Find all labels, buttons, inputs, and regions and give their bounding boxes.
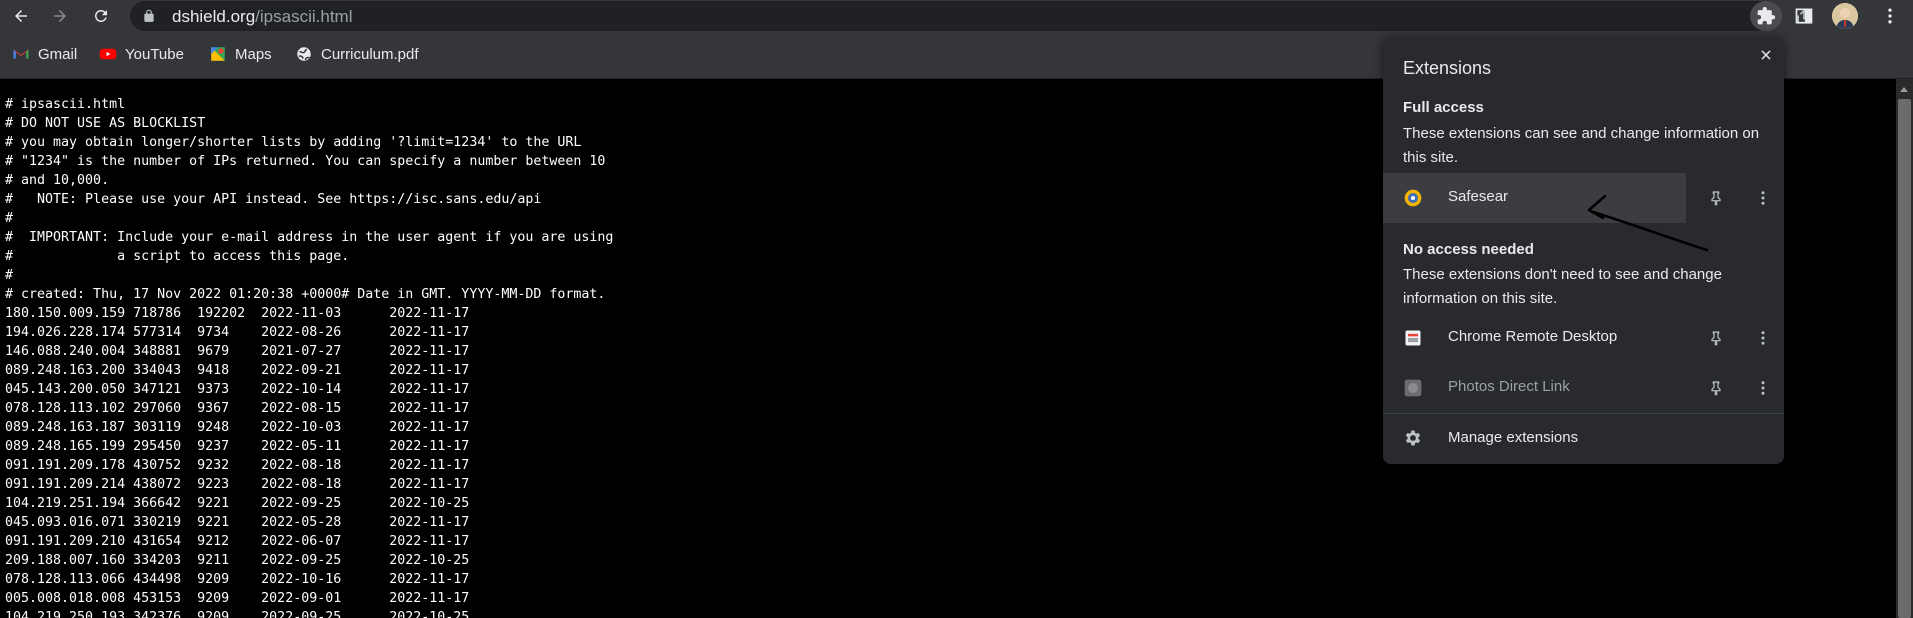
manage-extensions-label: Manage extensions — [1448, 429, 1579, 446]
youtube-icon — [99, 48, 117, 60]
text-line: 005.008.018.008 453153 9209 2022-09-01 2… — [5, 591, 470, 606]
text-line: # — [5, 268, 14, 283]
gmail-icon — [13, 49, 29, 59]
ip-list-text: # ipsascii.html # DO NOT USE AS BLOCKLIST… — [5, 95, 613, 618]
more-options-button[interactable] — [1753, 188, 1773, 208]
text-line: # you may obtain longer/shorter lists by… — [5, 135, 582, 150]
full-access-heading: Full access — [1403, 99, 1484, 116]
bookmark-maps[interactable]: Maps — [209, 43, 272, 65]
text-line: # and 10,000. — [5, 173, 110, 188]
side-panel-button[interactable] — [1792, 4, 1816, 28]
url-host: dshield.org — [172, 7, 256, 26]
profile-avatar[interactable] — [1832, 3, 1858, 29]
arrow-right-icon — [54, 10, 66, 22]
back-button[interactable] — [8, 3, 34, 29]
maps-icon — [211, 47, 225, 61]
chrome-remote-desktop-icon — [1405, 330, 1421, 346]
pin-icon — [1711, 381, 1721, 396]
pin-button[interactable] — [1706, 378, 1726, 398]
side-panel-icon — [1795, 8, 1813, 24]
manage-extensions-button[interactable]: Manage extensions — [1383, 414, 1784, 462]
extension-name: Chrome Remote Desktop — [1448, 328, 1618, 345]
text-line: # a script to access this page. — [5, 249, 350, 264]
text-line: 180.150.009.159 718786 192202 2022-11-03… — [5, 306, 470, 321]
reload-icon — [94, 9, 107, 22]
scroll-up-arrow[interactable] — [1900, 87, 1908, 92]
bookmark-label: Curriculum.pdf — [321, 45, 419, 63]
text-line: # DO NOT USE AS BLOCKLIST — [5, 116, 206, 131]
text-line: 091.191.209.214 438072 9223 2022-08-18 2… — [5, 477, 470, 492]
annotation-arrow — [1587, 194, 1709, 252]
text-line: 089.248.163.200 334043 9418 2022-09-21 2… — [5, 363, 470, 378]
bookmark-label: Maps — [235, 45, 272, 63]
text-line: 091.191.209.178 430752 9232 2022-08-18 2… — [5, 458, 470, 473]
browser-toolbar: dshield.org/ipsascii.html — [0, 0, 1913, 32]
reload-button[interactable] — [88, 3, 114, 29]
url-text[interactable]: dshield.org/ipsascii.html — [172, 7, 352, 27]
close-icon — [1761, 50, 1771, 60]
text-line: 089.248.163.187 303119 9248 2022-10-03 2… — [5, 420, 470, 435]
extension-name: Photos Direct Link — [1448, 378, 1570, 395]
globe-icon — [297, 47, 311, 61]
text-line: # "1234" is the number of IPs returned. … — [5, 154, 606, 169]
kebab-menu-icon — [1761, 381, 1765, 395]
text-line: 045.143.200.050 347121 9373 2022-10-14 2… — [5, 382, 470, 397]
photos-direct-link-icon — [1404, 379, 1422, 397]
extension-name: Safesear — [1448, 188, 1509, 205]
extension-row-chrome-remote-desktop[interactable]: Chrome Remote Desktop — [1383, 313, 1784, 363]
url-path: /ipsascii.html — [255, 7, 353, 26]
bookmark-label: Gmail — [38, 45, 78, 63]
kebab-menu-icon — [1888, 8, 1892, 24]
text-line: # NOTE: Please use your API instead. See… — [5, 192, 542, 207]
text-line: 045.093.016.071 330219 9221 2022-05-28 2… — [5, 515, 470, 530]
page-scrollbar[interactable] — [1896, 79, 1913, 618]
more-options-button[interactable] — [1753, 378, 1773, 398]
text-line: # ipsascii.html — [5, 97, 126, 112]
popup-title: Extensions — [1403, 58, 1492, 78]
extension-row-photos-direct-link[interactable]: Photos Direct Link — [1383, 363, 1784, 413]
text-line: 091.191.209.210 431654 9212 2022-06-07 2… — [5, 534, 470, 549]
more-options-button[interactable] — [1753, 328, 1773, 348]
no-access-heading: No access needed — [1403, 241, 1534, 258]
puzzle-icon — [1757, 6, 1776, 25]
forward-button[interactable] — [47, 3, 73, 29]
pin-icon — [1711, 331, 1721, 346]
text-line: 194.026.228.174 577314 9734 2022-08-26 2… — [5, 325, 470, 340]
bookmark-label: YouTube — [125, 45, 184, 63]
address-bar[interactable]: dshield.org/ipsascii.html — [130, 1, 1856, 31]
text-line: # — [5, 211, 14, 226]
bookmark-curriculum[interactable]: Curriculum.pdf — [295, 43, 419, 65]
text-line: 078.128.113.102 297060 9367 2022-08-15 2… — [5, 401, 470, 416]
user-avatar-icon — [1832, 3, 1858, 29]
pin-button[interactable] — [1706, 328, 1726, 348]
text-line: # created: Thu, 17 Nov 2022 01:20:38 +00… — [5, 287, 606, 302]
text-line: 146.088.240.004 348881 9679 2021-07-27 2… — [5, 344, 470, 359]
full-access-description: These extensions can see and change info… — [1403, 125, 1760, 166]
browser-menu-button[interactable] — [1878, 4, 1902, 28]
text-line: 104.219.251.194 366642 9221 2022-09-25 2… — [5, 496, 470, 511]
extensions-button[interactable] — [1750, 1, 1782, 31]
scrollbar-thumb[interactable] — [1898, 99, 1911, 618]
bookmark-youtube[interactable]: YouTube — [99, 43, 184, 65]
no-access-description: These extensions don't need to see and c… — [1403, 266, 1722, 307]
gear-icon — [1405, 430, 1421, 446]
text-line: 104.219.250.193 342376 9209 2022-09-25 2… — [5, 610, 470, 618]
lock-icon[interactable] — [142, 9, 156, 23]
text-line: 209.188.007.160 334203 9211 2022-09-25 2… — [5, 553, 470, 568]
bookmark-gmail[interactable]: Gmail — [12, 43, 77, 65]
text-line: 089.248.165.199 295450 9237 2022-05-11 2… — [5, 439, 470, 454]
arrow-left-icon — [15, 10, 27, 22]
close-button[interactable] — [1755, 44, 1777, 66]
safesear-icon — [1404, 189, 1422, 207]
text-line: 078.128.113.066 434498 9209 2022-10-16 2… — [5, 572, 470, 587]
kebab-menu-icon — [1761, 191, 1765, 205]
kebab-menu-icon — [1761, 331, 1765, 345]
text-line: # IMPORTANT: Include your e-mail address… — [5, 230, 614, 245]
